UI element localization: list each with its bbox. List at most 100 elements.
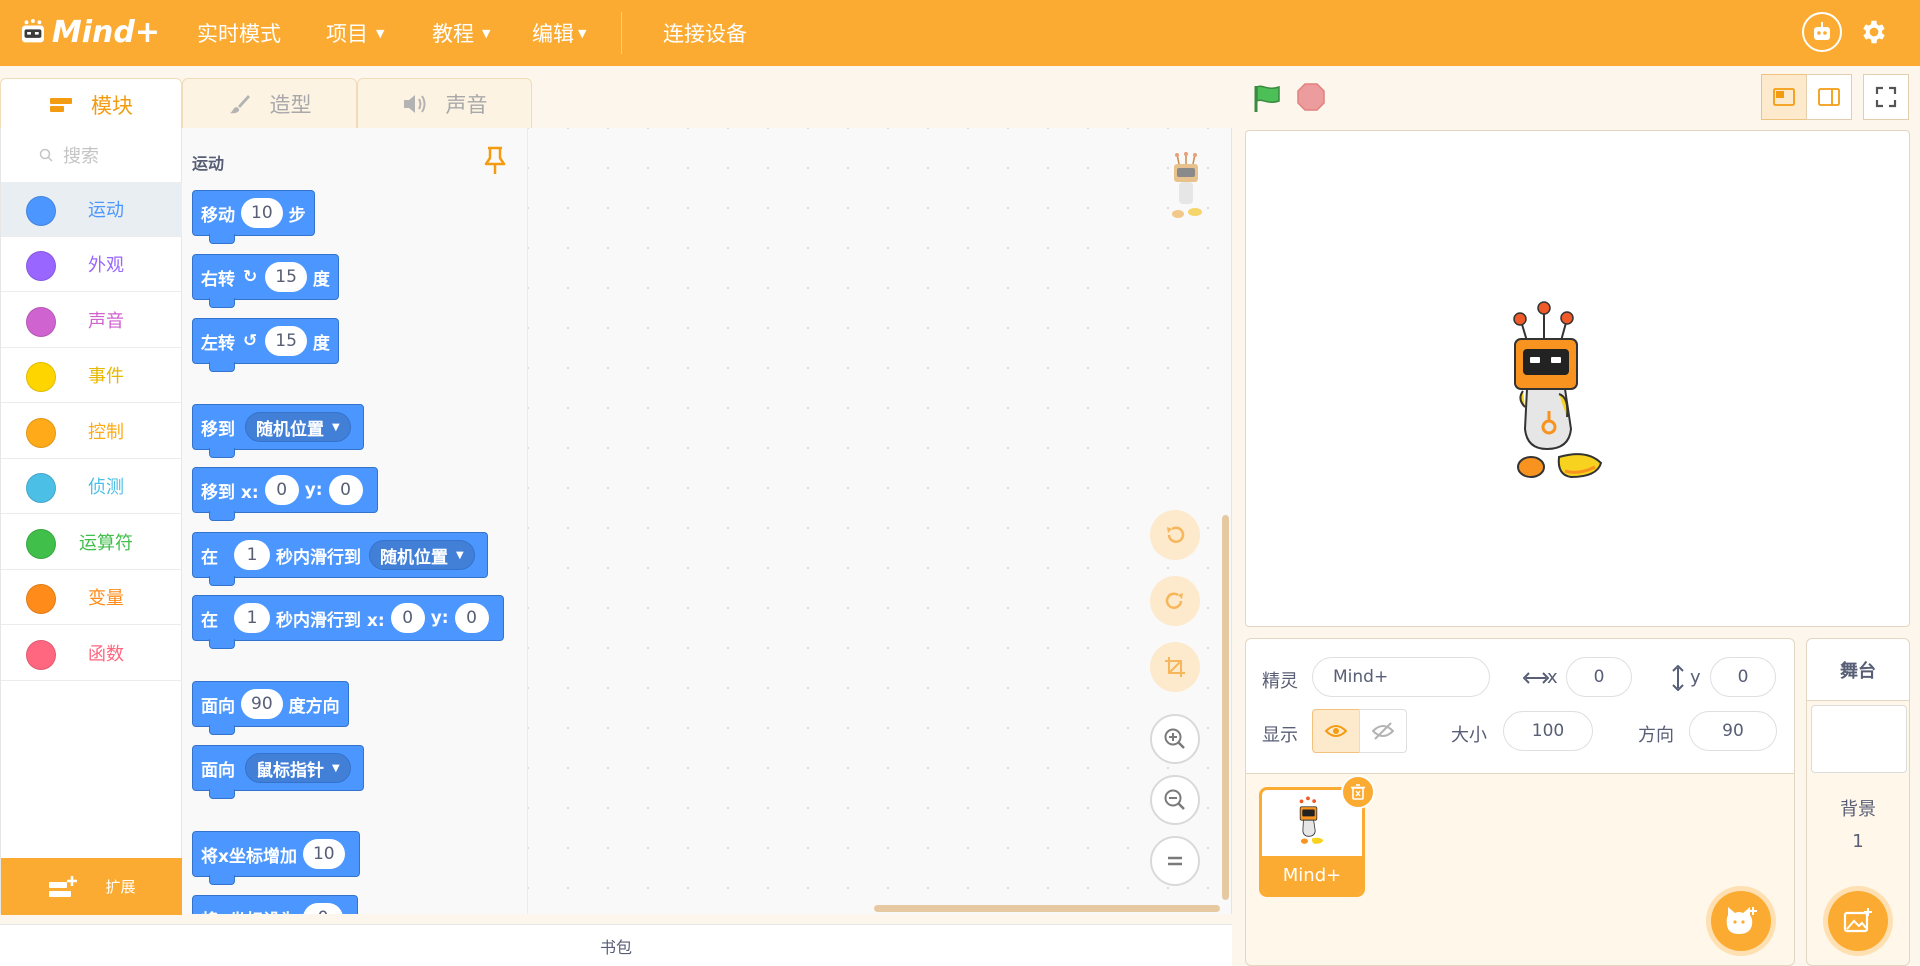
- direction-input[interactable]: 90: [241, 689, 283, 719]
- sprite-info: 精灵 Mind+ x 0 y 0 显示 大小 100 方向 90: [1246, 639, 1794, 774]
- category-label: 运动: [88, 200, 124, 221]
- hide-sprite-button[interactable]: [1359, 709, 1407, 753]
- eye-hidden-icon: [1372, 722, 1394, 740]
- image-add-icon: [1843, 908, 1872, 933]
- mindplus-logo[interactable]: Mind+: [20, 9, 160, 55]
- green-flag-icon[interactable]: [1252, 84, 1282, 114]
- menu-connect-label: 连接设备: [663, 22, 747, 46]
- category-functions[interactable]: 函数: [1, 626, 182, 681]
- backpack-bar[interactable]: 书包: [0, 924, 1232, 966]
- menu-realtime-mode[interactable]: 实时模式: [197, 0, 281, 66]
- layout-large-stage-icon: [1818, 88, 1840, 106]
- stage-canvas[interactable]: [1245, 130, 1910, 627]
- change-x-input[interactable]: 10: [302, 839, 345, 869]
- sprite-name-input[interactable]: Mind+: [1312, 657, 1490, 697]
- seconds-input[interactable]: 1: [234, 540, 270, 570]
- block-glide-xy[interactable]: 在 1 秒内滑行到 x: 0 y: 0: [192, 595, 504, 649]
- glide-target-dropdown[interactable]: 随机位置 ▼: [369, 540, 475, 570]
- eye-icon: [1325, 725, 1347, 737]
- tab-costumes[interactable]: 造型: [182, 78, 357, 128]
- settings-button[interactable]: [1854, 12, 1894, 52]
- sprite-thumb-name: Mind+: [1262, 856, 1362, 894]
- tab-blocks[interactable]: 模块: [0, 78, 182, 130]
- menu-project-label: 项目: [326, 22, 368, 46]
- code-workspace[interactable]: [528, 128, 1232, 914]
- horizontal-arrows-icon: [1523, 672, 1549, 684]
- x-input[interactable]: 0: [264, 475, 299, 505]
- point-target-dropdown[interactable]: 鼠标指针 ▼: [245, 753, 351, 783]
- add-sprite-button[interactable]: [1711, 891, 1771, 951]
- category-control[interactable]: 控制: [1, 404, 182, 459]
- caret-down-icon: ▼: [376, 26, 385, 40]
- size-label: 大小: [1451, 725, 1487, 746]
- ai-assistant-button[interactable]: [1802, 12, 1842, 52]
- zoom-reset-button[interactable]: [1150, 836, 1200, 886]
- zoom-in-button[interactable]: [1150, 714, 1200, 764]
- menu-edit-label: 编辑: [532, 22, 574, 46]
- category-sound[interactable]: 声音: [1, 293, 182, 348]
- zoom-out-button[interactable]: [1150, 775, 1200, 825]
- x-position-input[interactable]: 0: [1566, 657, 1632, 697]
- block-turn-right[interactable]: 右转 ↻ 15 度: [192, 254, 339, 308]
- steps-input[interactable]: 10: [241, 198, 283, 228]
- workspace-vertical-scrollbar[interactable]: [1222, 515, 1229, 900]
- block-move-steps[interactable]: 移动 10 步: [192, 190, 315, 244]
- blocks-icon: [50, 97, 72, 112]
- x-input[interactable]: 0: [390, 603, 425, 633]
- show-sprite-button[interactable]: [1312, 709, 1360, 753]
- events-dot-icon: [26, 362, 56, 392]
- block-change-x[interactable]: 将x坐标增加 10: [192, 831, 360, 885]
- clean-up-button[interactable]: [1150, 642, 1200, 692]
- mind-plus-robot-sprite[interactable]: [1509, 299, 1609, 485]
- workspace-horizontal-scrollbar[interactable]: [874, 905, 1220, 912]
- category-motion[interactable]: 运动: [1, 182, 182, 237]
- y-position-input[interactable]: 0: [1710, 657, 1776, 697]
- category-looks[interactable]: 外观: [1, 237, 182, 292]
- set-y-input[interactable]: 0: [303, 903, 344, 914]
- block-turn-left[interactable]: 左转 ↺ 15 度: [192, 318, 339, 372]
- y-input[interactable]: 0: [328, 475, 363, 505]
- stop-icon[interactable]: [1297, 83, 1325, 111]
- category-sensing[interactable]: 侦测: [1, 459, 182, 514]
- block-goto[interactable]: 移到 随机位置 ▼: [192, 404, 364, 458]
- fullscreen-button[interactable]: [1863, 74, 1909, 120]
- block-text: 面向: [201, 696, 235, 717]
- degrees-input[interactable]: 15: [265, 262, 307, 292]
- menu-project[interactable]: 项目 ▼: [326, 0, 384, 66]
- tab-sounds[interactable]: 声音: [357, 78, 532, 128]
- block-search[interactable]: 搜索: [1, 128, 182, 182]
- block-text: 秒内滑行到 x:: [276, 610, 385, 631]
- category-variables[interactable]: 变量: [1, 570, 182, 625]
- block-glide[interactable]: 在 1 秒内滑行到 随机位置 ▼: [192, 532, 488, 586]
- undo-button[interactable]: [1150, 510, 1200, 560]
- menu-tutorial[interactable]: 教程 ▼: [432, 0, 490, 66]
- goto-target-dropdown[interactable]: 随机位置 ▼: [245, 412, 351, 442]
- motion-dot-icon: [26, 196, 56, 226]
- block-point-direction[interactable]: 面向 90 度方向: [192, 681, 349, 735]
- category-operators[interactable]: 运算符: [1, 515, 182, 570]
- menu-connect-device[interactable]: 连接设备: [663, 0, 747, 66]
- pin-icon[interactable]: [484, 146, 506, 176]
- stage-selector[interactable]: 舞台 背景 1: [1806, 638, 1910, 966]
- seconds-input[interactable]: 1: [234, 603, 270, 633]
- stage-thumbnail[interactable]: [1811, 705, 1907, 773]
- search-placeholder: 搜索: [63, 146, 99, 167]
- direction-input[interactable]: 90: [1689, 711, 1777, 751]
- redo-button[interactable]: [1150, 576, 1200, 626]
- block-set-y[interactable]: 将y坐标设为 0: [192, 895, 359, 914]
- size-input[interactable]: 100: [1503, 711, 1593, 751]
- category-events[interactable]: 事件: [1, 348, 182, 403]
- menu-edit[interactable]: 编辑 ▼: [532, 0, 586, 66]
- y-input[interactable]: 0: [454, 603, 489, 633]
- add-backdrop-button[interactable]: [1828, 891, 1888, 951]
- caret-down-icon: ▼: [482, 26, 491, 40]
- block-point-towards[interactable]: 面向 鼠标指针 ▼: [192, 745, 364, 799]
- degrees-input[interactable]: 15: [265, 326, 307, 356]
- delete-sprite-button[interactable]: [1341, 775, 1375, 809]
- caret-down-icon: ▼: [332, 421, 340, 433]
- small-stage-mode-button[interactable]: [1761, 74, 1807, 120]
- large-stage-mode-button[interactable]: [1806, 74, 1852, 120]
- gear-icon: [1863, 20, 1885, 44]
- block-goto-xy[interactable]: 移到 x: 0 y: 0: [192, 467, 378, 521]
- extensions-button[interactable]: 扩展: [1, 858, 182, 915]
